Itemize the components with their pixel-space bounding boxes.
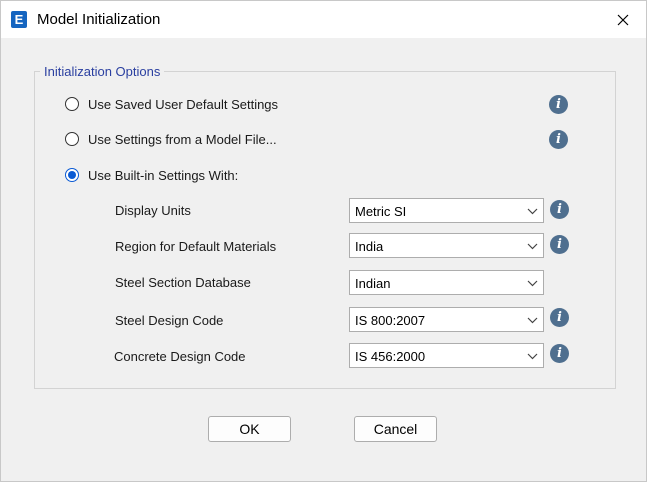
cancel-button[interactable]: Cancel	[354, 416, 437, 442]
option-label: Use Built-in Settings With:	[88, 167, 239, 183]
chevron-down-icon	[527, 280, 538, 287]
initialization-options-group	[34, 71, 616, 389]
close-icon	[617, 14, 629, 25]
steel-section-database-select[interactable]: Indian	[349, 270, 544, 295]
chevron-down-icon	[527, 317, 538, 324]
chevron-down-icon	[527, 208, 538, 215]
select-value: Metric SI	[355, 204, 407, 219]
info-icon[interactable]: i	[549, 95, 568, 114]
region-default-materials-select[interactable]: India	[349, 233, 544, 258]
select-value: Indian	[355, 276, 391, 291]
radio-button-selected[interactable]	[65, 168, 79, 182]
info-icon[interactable]: i	[550, 235, 569, 254]
info-icon[interactable]: i	[550, 344, 569, 363]
close-button[interactable]	[600, 1, 646, 38]
option-label: Use Settings from a Model File...	[88, 131, 277, 147]
steel-section-database-label: Steel Section Database	[115, 275, 251, 290]
option-model-file-settings[interactable]: Use Settings from a Model File...	[65, 129, 277, 149]
steel-design-code-label: Steel Design Code	[115, 313, 224, 328]
select-value: IS 456:2000	[355, 349, 426, 364]
group-title: Initialization Options	[40, 64, 165, 79]
ok-button[interactable]: OK	[208, 416, 291, 442]
option-label: Use Saved User Default Settings	[88, 96, 279, 112]
region-default-materials-label: Region for Default Materials	[115, 239, 277, 254]
display-units-label: Display Units	[115, 203, 191, 218]
info-icon[interactable]: i	[549, 130, 568, 149]
app-logo-icon: E	[11, 11, 27, 28]
concrete-design-code-select[interactable]: IS 456:2000	[349, 343, 544, 368]
info-icon[interactable]: i	[550, 308, 569, 327]
title-bar[interactable]: E Model Initialization	[1, 1, 646, 38]
option-built-in-settings[interactable]: Use Built-in Settings With:	[65, 165, 238, 185]
dialog-window: E Model Initialization Initialization Op…	[0, 0, 647, 482]
select-value: IS 800:2007	[355, 313, 426, 328]
radio-button[interactable]	[65, 97, 79, 111]
concrete-design-code-label: Concrete Design Code	[114, 349, 246, 364]
steel-design-code-select[interactable]: IS 800:2007	[349, 307, 544, 332]
info-icon[interactable]: i	[550, 200, 569, 219]
select-value: India	[355, 239, 384, 254]
dialog-title: Model Initialization	[37, 11, 161, 28]
option-saved-user-defaults[interactable]: Use Saved User Default Settings	[65, 94, 278, 114]
chevron-down-icon	[527, 243, 538, 250]
radio-button[interactable]	[65, 132, 79, 146]
chevron-down-icon	[527, 353, 538, 360]
display-units-select[interactable]: Metric SI	[349, 198, 544, 223]
